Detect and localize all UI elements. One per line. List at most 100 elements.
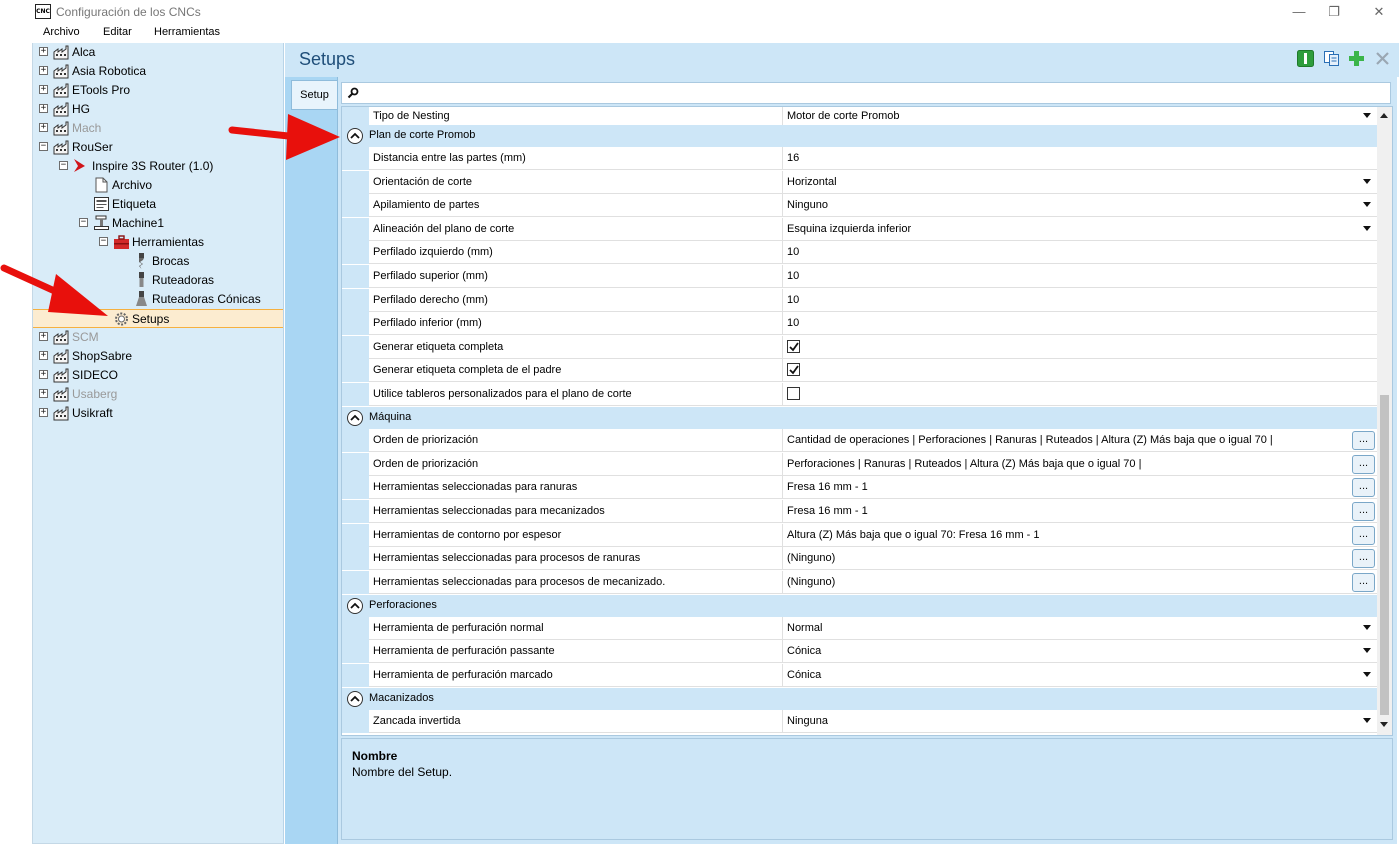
property-name: Herramientas seleccionadas para procesos… xyxy=(369,547,783,571)
property-checkbox[interactable] xyxy=(783,336,1377,359)
property-checkbox[interactable] xyxy=(783,359,1377,383)
property-checkbox[interactable] xyxy=(783,383,1377,406)
rename-icon[interactable] xyxy=(1297,50,1314,67)
ellipsis-button[interactable]: ... xyxy=(1352,549,1375,569)
checkbox[interactable] xyxy=(787,387,800,400)
property-value[interactable]: 10 xyxy=(783,312,1377,336)
property-value[interactable]: (Ninguno)... xyxy=(783,571,1377,594)
delete-icon[interactable] xyxy=(1374,50,1391,67)
property-value[interactable]: 10 xyxy=(783,289,1377,312)
property-value[interactable]: 16 xyxy=(783,147,1377,170)
scroll-down-icon[interactable] xyxy=(1380,722,1388,727)
collapse-icon[interactable]: − xyxy=(99,237,108,246)
property-dropdown[interactable]: Esquina izquierda inferior xyxy=(783,218,1377,241)
scroll-thumb[interactable] xyxy=(1380,395,1389,715)
tree-item[interactable]: Etiqueta xyxy=(33,195,283,214)
property-dropdown[interactable]: Ninguno xyxy=(783,194,1377,218)
ellipsis-button[interactable]: ... xyxy=(1352,431,1375,451)
expand-icon[interactable]: + xyxy=(39,66,48,75)
expand-icon[interactable]: + xyxy=(39,389,48,398)
expand-icon[interactable]: + xyxy=(39,332,48,341)
menu-editar[interactable]: Editar xyxy=(103,26,132,38)
property-value[interactable]: Perforaciones | Ranuras | Ruteados | Alt… xyxy=(783,453,1377,476)
property-value[interactable]: (Ninguno)... xyxy=(783,547,1377,571)
vertical-scrollbar[interactable] xyxy=(1377,107,1392,735)
property-value[interactable]: Altura (Z) Más baja que o igual 70: Fres… xyxy=(783,524,1377,547)
checkbox[interactable] xyxy=(787,363,800,377)
row-gutter xyxy=(342,616,369,640)
property-dropdown[interactable]: Ninguna xyxy=(783,710,1377,734)
dropdown-arrow-icon[interactable] xyxy=(1363,672,1371,677)
collapse-icon[interactable] xyxy=(347,691,363,708)
menu-archivo[interactable]: Archivo xyxy=(43,26,80,38)
tree-item[interactable]: Archivo xyxy=(33,176,283,195)
property-value[interactable]: Cantidad de operaciones | Perforaciones … xyxy=(783,429,1377,453)
property-dropdown[interactable]: Cónica xyxy=(783,640,1377,664)
category-header[interactable]: Máquina xyxy=(342,407,1377,430)
collapse-icon[interactable]: − xyxy=(59,161,68,170)
property-value[interactable]: Fresa 16 mm - 1... xyxy=(783,476,1377,500)
property-value[interactable]: 10 xyxy=(783,241,1377,265)
ellipsis-button[interactable]: ... xyxy=(1352,572,1375,592)
minimize-button[interactable]: — xyxy=(1279,2,1319,22)
collapse-icon[interactable]: − xyxy=(79,218,88,227)
tree-item[interactable]: + Usaberg xyxy=(33,385,283,404)
expand-icon[interactable]: + xyxy=(39,351,48,360)
collapse-icon[interactable] xyxy=(347,410,363,427)
ellipsis-button[interactable]: ... xyxy=(1352,454,1375,474)
dropdown-arrow-icon[interactable] xyxy=(1363,624,1371,630)
property-row: Apilamiento de partes Ninguno xyxy=(342,194,1377,218)
expand-icon[interactable]: + xyxy=(39,47,48,56)
dropdown-arrow-icon[interactable] xyxy=(1363,648,1371,654)
dropdown-arrow-icon[interactable] xyxy=(1363,225,1371,231)
property-value[interactable]: 10 xyxy=(783,265,1377,288)
dropdown-arrow-icon[interactable] xyxy=(1363,202,1371,208)
scroll-up-icon[interactable] xyxy=(1380,113,1388,118)
category-header[interactable]: Plan de corte Promob xyxy=(342,125,1377,147)
property-name: Herramienta de perfuración normal xyxy=(369,616,783,640)
menu-herramientas[interactable]: Herramientas xyxy=(154,26,220,38)
tree-item[interactable]: + SIDECO xyxy=(33,366,283,385)
ellipsis-button[interactable]: ... xyxy=(1352,501,1375,521)
tree-item[interactable]: + Usikraft xyxy=(33,404,283,423)
search-input[interactable] xyxy=(341,82,1391,104)
collapse-icon[interactable] xyxy=(347,128,363,144)
tree-item[interactable]: − Machine1 xyxy=(33,214,283,233)
restore-button[interactable]: ❐ xyxy=(1314,2,1354,22)
expand-icon[interactable]: + xyxy=(39,408,48,417)
tree-item[interactable]: + ShopSabre xyxy=(33,347,283,366)
checkbox[interactable] xyxy=(787,339,800,353)
tree-item-label: ETools Pro xyxy=(72,83,131,97)
tree-item[interactable]: − Herramientas xyxy=(33,233,283,252)
property-dropdown[interactable]: Horizontal xyxy=(783,171,1377,194)
property-dropdown[interactable]: Normal xyxy=(783,617,1377,640)
expand-icon[interactable]: + xyxy=(39,123,48,132)
dropdown-arrow-icon[interactable] xyxy=(1363,178,1371,184)
row-gutter xyxy=(342,429,369,453)
expand-icon[interactable]: + xyxy=(39,104,48,113)
tree-item[interactable]: + SCM xyxy=(33,328,283,347)
collapse-icon[interactable]: − xyxy=(39,142,48,151)
dropdown-arrow-icon[interactable] xyxy=(1363,718,1371,724)
copy-icon[interactable] xyxy=(1323,50,1340,67)
category-header[interactable]: Macanizados xyxy=(342,688,1377,711)
add-icon[interactable] xyxy=(1348,50,1365,67)
expand-icon[interactable]: + xyxy=(39,85,48,94)
dropdown-arrow-icon[interactable] xyxy=(1363,113,1371,118)
tree-item[interactable]: + Alca xyxy=(33,43,283,62)
tree-item[interactable]: + Asia Robotica xyxy=(33,62,283,81)
ellipsis-button[interactable]: ... xyxy=(1352,525,1375,545)
category-header[interactable]: Perforaciones xyxy=(342,594,1377,617)
property-row: Generar etiqueta completa xyxy=(342,335,1377,359)
tab-setup[interactable]: Setup xyxy=(291,80,337,110)
property-dropdown[interactable]: Cónica xyxy=(783,664,1377,687)
collapse-icon[interactable] xyxy=(347,597,363,614)
ellipsis-button[interactable]: ... xyxy=(1352,478,1375,498)
property-value[interactable]: Fresa 16 mm - 1... xyxy=(783,500,1377,523)
tree-item[interactable]: + ETools Pro xyxy=(33,81,283,100)
property-value-text: Ninguna xyxy=(787,715,828,728)
close-button[interactable]: ✕ xyxy=(1359,2,1399,22)
tree-item-label: HG xyxy=(72,102,90,116)
tree-item-label: Machine1 xyxy=(112,216,165,230)
expand-icon[interactable]: + xyxy=(39,370,48,379)
